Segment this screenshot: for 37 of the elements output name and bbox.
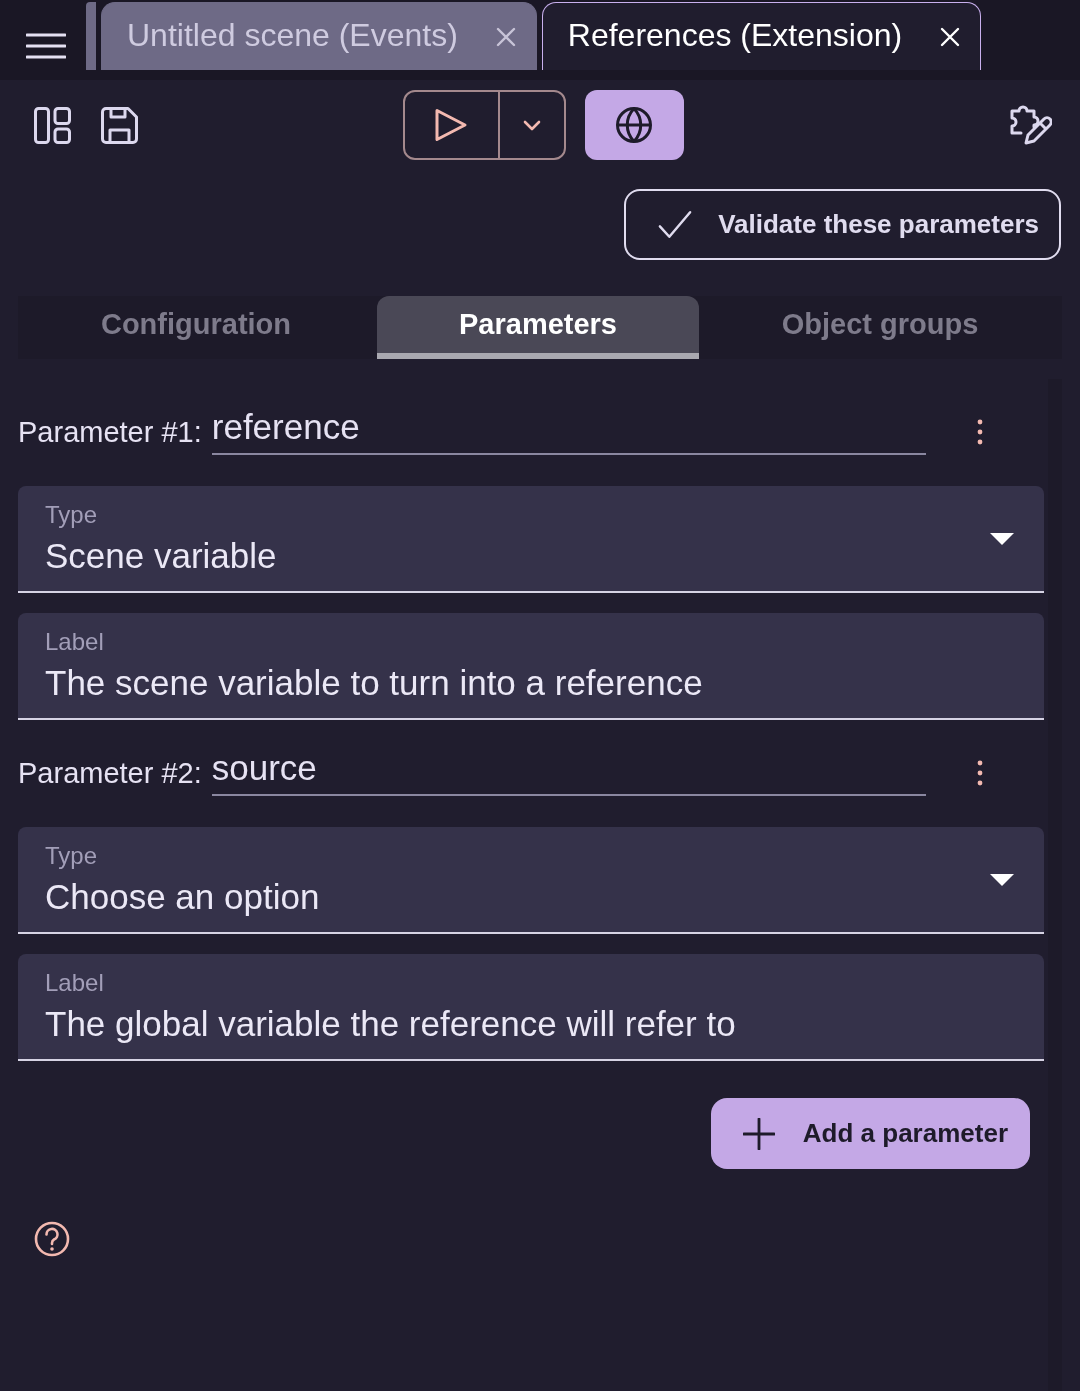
globe-icon xyxy=(615,106,653,144)
section-tab[interactable]: Object groups xyxy=(719,296,1041,359)
field-label: Type xyxy=(45,840,98,871)
label-input-field[interactable]: Label The scene variable to turn into a reference xyxy=(18,613,1044,720)
parameter-name-field[interactable]: source xyxy=(211,748,926,796)
dropdown-icon xyxy=(990,873,1014,886)
field-label: Type xyxy=(45,499,98,530)
parameter-label: Parameter #1: xyxy=(18,416,202,450)
save-icon[interactable] xyxy=(101,106,138,144)
section-tab[interactable]: Parameters xyxy=(377,296,699,359)
section-tab[interactable]: Configuration xyxy=(35,296,357,359)
menu-icon[interactable] xyxy=(26,33,66,59)
more-options-icon[interactable] xyxy=(976,760,983,786)
editor-tab[interactable]: References (Extension) xyxy=(541,2,982,70)
layout-icon[interactable] xyxy=(34,106,71,144)
plus-icon xyxy=(742,1117,775,1150)
dropdown-icon xyxy=(990,532,1014,545)
field-value: Choose an option xyxy=(45,875,320,918)
field-label: Label xyxy=(45,626,104,657)
puzzle-pencil-icon[interactable] xyxy=(1008,103,1052,147)
type-select[interactable]: Type Scene variable xyxy=(18,486,1044,593)
check-icon xyxy=(658,210,693,239)
field-value: The global variable the reference will refer to xyxy=(45,1002,736,1045)
label-input-field[interactable]: Label The global variable the reference will refer to xyxy=(18,954,1044,1061)
caret-icon xyxy=(522,119,541,131)
more-options-icon[interactable] xyxy=(976,419,983,445)
field-value: Scene variable xyxy=(45,534,277,577)
parameter-label: Parameter #2: xyxy=(18,757,202,791)
play-icon xyxy=(434,108,468,142)
type-select[interactable]: Type Choose an option xyxy=(18,827,1044,934)
parameter-name-field[interactable]: reference xyxy=(211,407,926,455)
field-label: Label xyxy=(45,967,104,998)
validate-button[interactable]: Validate these parameters xyxy=(624,189,1061,260)
field-value: The scene variable to turn into a reference xyxy=(45,661,703,704)
add-parameter-button[interactable]: Add a parameter xyxy=(710,1098,1030,1169)
network-preview-button[interactable] xyxy=(584,90,684,160)
help-icon[interactable] xyxy=(34,1221,70,1257)
